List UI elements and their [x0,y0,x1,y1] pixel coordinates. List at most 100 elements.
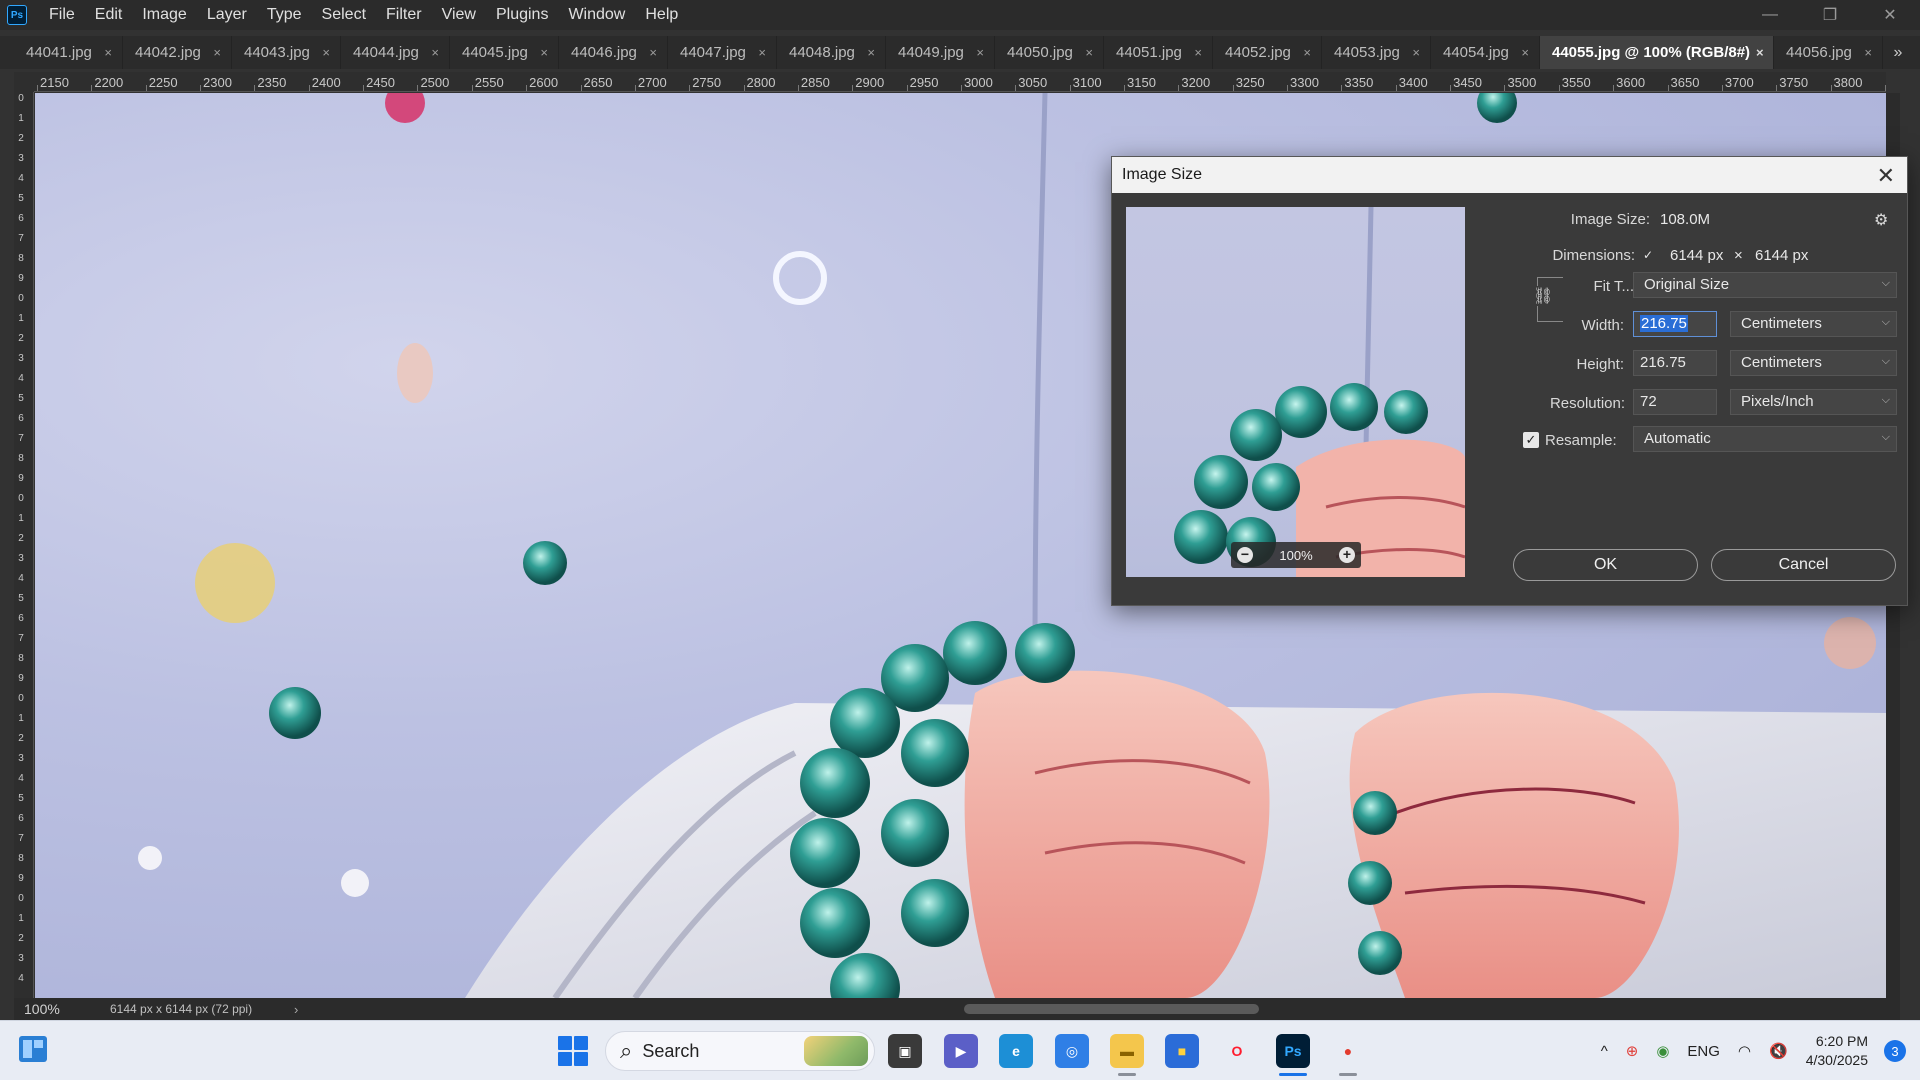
tab-label: 44042.jpg [135,44,201,61]
height-unit-select[interactable]: Centimeters ⌵ [1730,350,1897,376]
tab-14[interactable]: 44054.jpg × [1431,36,1540,69]
wifi-icon[interactable]: ◠ [1738,1042,1751,1060]
ruler-left-label: 6 [18,413,24,424]
ok-button[interactable]: OK [1513,549,1698,581]
tab-15[interactable]: 44055.jpg @ 100% (RGB/8#) × [1540,36,1774,69]
chain-link-icon[interactable]: ⛓ [1533,286,1553,306]
ruler-top-label: 3200 [1181,75,1211,90]
menu-edit[interactable]: Edit [85,0,133,30]
tab-close-icon[interactable]: × [1303,45,1311,60]
task-view-icon[interactable]: ▣ [888,1034,922,1068]
tab-close-icon[interactable]: × [431,45,439,60]
status-zoom-level[interactable]: 100% [14,1001,74,1017]
tab-close-icon[interactable]: × [1412,45,1420,60]
tab-13[interactable]: 44053.jpg × [1322,36,1431,69]
tab-1[interactable]: 44041.jpg × [14,36,123,69]
tab-close-icon[interactable]: × [1085,45,1093,60]
photoshop-icon[interactable]: Ps [1276,1034,1310,1068]
width-unit-select[interactable]: Centimeters ⌵ [1730,311,1897,337]
close-window-button[interactable]: ✕ [1860,0,1920,30]
width-input[interactable]: 216.75 [1633,311,1717,337]
tab-5[interactable]: 44045.jpg × [450,36,559,69]
tab-close-icon[interactable]: × [1194,45,1202,60]
tab-12[interactable]: 44052.jpg × [1213,36,1322,69]
vertical-ruler[interactable]: 0 1 2 3 4 5 6 7 8 9 0 1 2 3 4 5 6 7 8 9 0 1 2 3 4 5 6 7 8 9 0 1 2 3 4 5 6 7 8 9… [14,92,34,998]
widgets-icon[interactable] [18,1035,48,1063]
taskbar-search-box[interactable]: ⌕ Search [605,1031,875,1071]
maximize-button[interactable]: ❐ [1800,0,1860,30]
status-menu-arrow-icon[interactable]: › [294,1002,298,1017]
minimize-button[interactable]: — [1740,0,1800,30]
image-preview[interactable]: − 100% + [1126,207,1465,577]
horizontal-scrollbar[interactable] [334,1004,1874,1014]
menu-window[interactable]: Window [558,0,635,30]
resample-checkbox[interactable]: ✓ [1523,432,1539,448]
ruler-top-tick [743,85,745,91]
tray-app-icon[interactable]: ◉ [1656,1042,1669,1060]
tab-4[interactable]: 44044.jpg × [341,36,450,69]
height-input[interactable]: 216.75 [1633,350,1717,376]
tab-8[interactable]: 44048.jpg × [777,36,886,69]
menu-file[interactable]: File [39,0,85,30]
menu-plugins[interactable]: Plugins [486,0,558,30]
store-icon[interactable]: ■ [1165,1034,1199,1068]
menu-layer[interactable]: Layer [197,0,257,30]
chrome-icon[interactable]: ● [1331,1034,1365,1068]
tray-vpn-icon[interactable]: ⊕ [1626,1042,1639,1060]
tab-10[interactable]: 44050.jpg × [995,36,1104,69]
tab-9[interactable]: 44049.jpg × [886,36,995,69]
tray-language[interactable]: ENG [1687,1043,1720,1060]
resample-select[interactable]: Automatic ⌵ [1633,426,1897,452]
horizontal-ruler[interactable]: 2150 2200 2250 2300 2350 2400 2450 2500 2550 2600… [34,72,1886,92]
tab-close-icon[interactable]: × [1521,45,1529,60]
ruler-top-label: 3750 [1779,75,1809,90]
tab-close-icon[interactable]: × [1756,45,1764,60]
zoom-in-icon[interactable]: + [1339,547,1355,563]
menu-help[interactable]: Help [635,0,688,30]
horizontal-scroll-thumb[interactable] [964,1004,1259,1014]
search-highlight-image [804,1036,868,1066]
cancel-button[interactable]: Cancel [1711,549,1896,581]
dimensions-chevron-icon[interactable]: ✓ [1643,248,1653,262]
ruler-top-label: 2350 [257,75,287,90]
tab-7[interactable]: 44047.jpg × [668,36,777,69]
tab-6[interactable]: 44046.jpg × [559,36,668,69]
tab-close-icon[interactable]: × [540,45,548,60]
menu-image[interactable]: Image [132,0,196,30]
tab-overflow-icon[interactable]: » [1883,36,1913,69]
tab-close-icon[interactable]: × [649,45,657,60]
zoom-out-icon[interactable]: − [1237,547,1253,563]
tab-16[interactable]: 44056.jpg × [1774,36,1883,69]
resolution-unit-select[interactable]: Pixels/Inch ⌵ [1730,389,1897,415]
tab-close-icon[interactable]: × [104,45,112,60]
tab-close-icon[interactable]: × [758,45,766,60]
tray-chevron-up-icon[interactable]: ^ [1601,1043,1608,1060]
dialog-titlebar[interactable]: Image Size ✕ [1112,157,1907,193]
fit-to-select[interactable]: Original Size ⌵ [1633,272,1897,298]
close-icon[interactable]: ✕ [1877,163,1895,189]
tab-close-icon[interactable]: × [213,45,221,60]
tab-close-icon[interactable]: × [867,45,875,60]
windows-start-icon[interactable] [558,1036,588,1066]
menu-type[interactable]: Type [257,0,312,30]
tab-close-icon[interactable]: × [976,45,984,60]
menu-select[interactable]: Select [312,0,376,30]
notification-badge[interactable]: 3 [1884,1040,1906,1062]
menu-view[interactable]: View [432,0,486,30]
tab-11[interactable]: 44051.jpg × [1104,36,1213,69]
ruler-left-label: 8 [18,853,24,864]
tab-close-icon[interactable]: × [322,45,330,60]
tab-2[interactable]: 44042.jpg × [123,36,232,69]
tab-close-icon[interactable]: × [1864,45,1872,60]
tray-clock[interactable]: 6:20 PM 4/30/2025 [1806,1032,1868,1070]
resolution-input[interactable]: 72 [1633,389,1717,415]
volume-muted-icon[interactable]: 🔇 [1769,1042,1788,1060]
teams-icon[interactable]: ▶ [944,1034,978,1068]
gear-icon[interactable]: ⚙ [1874,210,1888,230]
tab-3[interactable]: 44043.jpg × [232,36,341,69]
snipping-tool-icon[interactable]: ◎ [1055,1034,1089,1068]
edge-icon[interactable]: e [999,1034,1033,1068]
opera-icon[interactable]: O [1220,1034,1254,1068]
menu-filter[interactable]: Filter [376,0,432,30]
file-explorer-icon[interactable]: ▬ [1110,1034,1144,1068]
